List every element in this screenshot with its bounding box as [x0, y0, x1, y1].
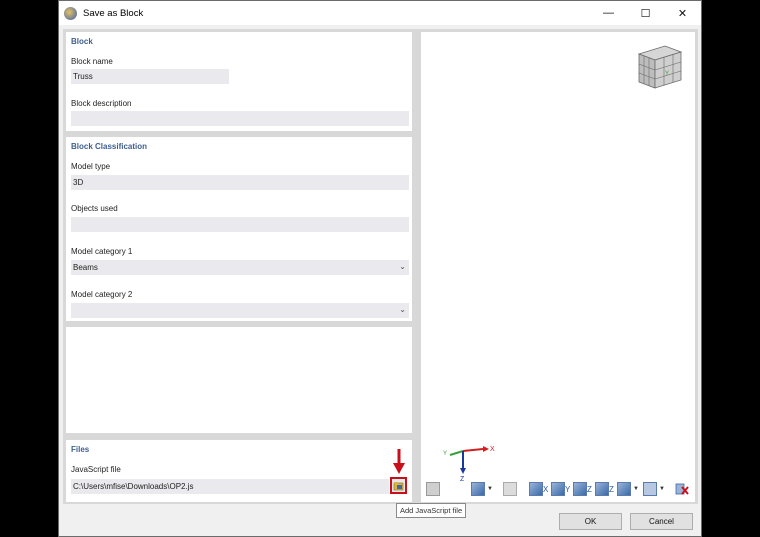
classification-panel: Block Classification Model type 3D Objec…	[66, 137, 412, 321]
objects-used-label: Objects used	[71, 204, 118, 213]
toolbar-iso-button[interactable]: ▼	[617, 481, 639, 497]
add-javascript-file-button[interactable]	[390, 477, 407, 494]
objects-used-field	[71, 217, 409, 232]
model-category-1-select[interactable]: Beams ⌄	[71, 260, 409, 275]
minimize-button[interactable]: —	[590, 1, 627, 25]
toolbar-render-button[interactable]	[503, 481, 517, 497]
view-z-label: Z	[587, 484, 592, 494]
toolbar-view-negz-button[interactable]: Z	[595, 481, 614, 497]
model-preview[interactable]: Y X Y Z ▼ X Y Z Z ▼ ▼	[421, 32, 695, 502]
dialog-footer: OK Cancel	[59, 504, 701, 536]
files-panel: Files JavaScript file C:\Users\mfise\Dow…	[66, 440, 412, 502]
model-type-label: Model type	[71, 162, 111, 171]
toolbar-reset-button[interactable]	[675, 481, 689, 497]
view-y-label: Y	[565, 484, 571, 494]
folder-script-icon	[393, 482, 404, 491]
ok-button[interactable]: OK	[559, 513, 622, 530]
window-title: Save as Block	[83, 7, 144, 19]
close-button[interactable]: ✕	[664, 1, 701, 25]
chevron-down-icon: ⌄	[399, 262, 406, 271]
block-section-title: Block	[71, 37, 93, 46]
svg-text:Y: Y	[665, 71, 669, 77]
chevron-down-icon: ⌄	[399, 305, 406, 314]
axis-x-label: X	[490, 446, 495, 453]
toolbar-view-z-button[interactable]: Z	[573, 481, 592, 497]
cancel-button[interactable]: Cancel	[630, 513, 693, 530]
block-description-label: Block description	[71, 99, 132, 108]
toolbar-display-button[interactable]	[426, 481, 440, 497]
view-negz-label: Z	[609, 484, 614, 494]
model-category-2-select[interactable]: ⌄	[71, 303, 409, 318]
axis-y-label: Y	[443, 451, 447, 457]
toolbar-view-y-button[interactable]: Y	[551, 481, 570, 497]
toolbar-view-button[interactable]: ▼	[471, 481, 493, 497]
javascript-file-input[interactable]: C:\Users\mfise\Downloads\OP2.js	[71, 479, 389, 494]
coordinate-axes-icon: X Y Z	[443, 446, 495, 482]
maximize-button[interactable]: ☐	[627, 1, 664, 25]
files-section-title: Files	[71, 445, 90, 454]
block-name-label: Block name	[71, 57, 113, 66]
red-arrow-icon	[393, 449, 405, 474]
classification-section-title: Block Classification	[71, 142, 148, 151]
app-icon	[64, 6, 77, 20]
reset-view-icon	[675, 483, 689, 495]
view-x-label: X	[543, 484, 549, 494]
navigation-cube-icon[interactable]: Y	[635, 44, 685, 90]
model-category-2-label: Model category 2	[71, 290, 133, 299]
dialog-content: Block Block name Truss Block description…	[63, 29, 698, 518]
block-panel: Block Block name Truss Block description	[66, 32, 412, 131]
toolbar-view-x-button[interactable]: X	[529, 481, 548, 497]
toolbar-box-button[interactable]: ▼	[643, 481, 665, 497]
save-as-block-dialog: Save as Block — ☐ ✕ Block Block name Tru…	[58, 0, 702, 537]
preview-toolbar: ▼ X Y Z Z ▼ ▼	[421, 481, 695, 499]
empty-panel	[66, 327, 412, 433]
block-name-input[interactable]: Truss	[71, 69, 229, 84]
block-description-input[interactable]	[71, 111, 409, 126]
model-category-1-label: Model category 1	[71, 247, 133, 256]
model-category-1-value: Beams	[73, 263, 98, 272]
javascript-file-label: JavaScript file	[71, 465, 121, 474]
title-bar: Save as Block — ☐ ✕	[59, 1, 701, 25]
model-type-field: 3D	[71, 175, 409, 190]
